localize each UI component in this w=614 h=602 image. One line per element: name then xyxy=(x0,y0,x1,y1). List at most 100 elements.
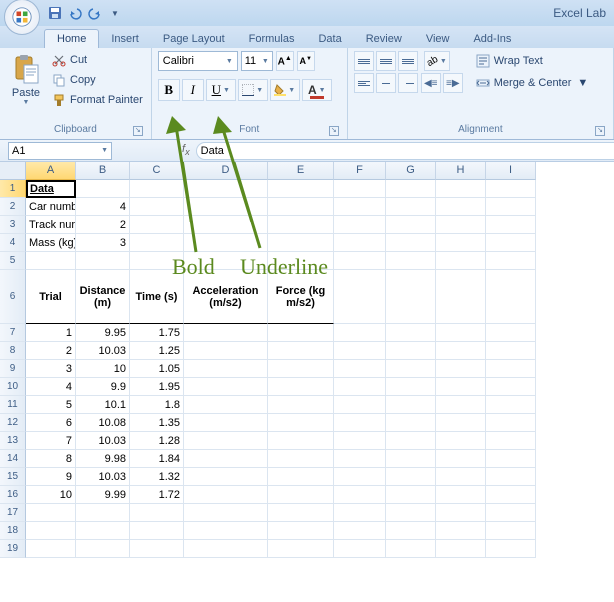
row-header-15[interactable]: 15 xyxy=(0,468,26,486)
cell-A5[interactable] xyxy=(26,252,76,270)
tab-add-ins[interactable]: Add-Ins xyxy=(461,30,523,48)
cell-H4[interactable] xyxy=(436,234,486,252)
row-header-19[interactable]: 19 xyxy=(0,540,26,558)
copy-button[interactable]: Copy xyxy=(50,71,145,89)
align-right-button[interactable] xyxy=(398,73,418,93)
cell-G7[interactable] xyxy=(386,324,436,342)
align-top-button[interactable] xyxy=(354,51,374,71)
cell-C4[interactable] xyxy=(130,234,184,252)
cell-G6[interactable] xyxy=(386,270,436,324)
cell-C17[interactable] xyxy=(130,504,184,522)
cell-E4[interactable] xyxy=(268,234,334,252)
cell-D16[interactable] xyxy=(184,486,268,504)
cell-A1[interactable]: Data xyxy=(26,180,76,198)
row-header-12[interactable]: 12 xyxy=(0,414,26,432)
cell-C8[interactable]: 1.25 xyxy=(130,342,184,360)
italic-button[interactable]: I xyxy=(182,79,204,101)
row-header-3[interactable]: 3 xyxy=(0,216,26,234)
cell-C13[interactable]: 1.28 xyxy=(130,432,184,450)
cell-E2[interactable] xyxy=(268,198,334,216)
cell-B17[interactable] xyxy=(76,504,130,522)
row-header-9[interactable]: 9 xyxy=(0,360,26,378)
save-icon[interactable] xyxy=(46,4,64,22)
align-middle-button[interactable] xyxy=(376,51,396,71)
cell-C2[interactable] xyxy=(130,198,184,216)
cell-I6[interactable] xyxy=(486,270,536,324)
cell-E18[interactable] xyxy=(268,522,334,540)
cell-D11[interactable] xyxy=(184,396,268,414)
cell-A17[interactable] xyxy=(26,504,76,522)
cell-A13[interactable]: 7 xyxy=(26,432,76,450)
cell-A6[interactable]: Trial xyxy=(26,270,76,324)
cell-F11[interactable] xyxy=(334,396,386,414)
cell-G16[interactable] xyxy=(386,486,436,504)
cell-D3[interactable] xyxy=(184,216,268,234)
cell-F13[interactable] xyxy=(334,432,386,450)
cell-D5[interactable] xyxy=(184,252,268,270)
cell-H16[interactable] xyxy=(436,486,486,504)
cell-F3[interactable] xyxy=(334,216,386,234)
cell-D9[interactable] xyxy=(184,360,268,378)
tab-insert[interactable]: Insert xyxy=(99,30,151,48)
cell-B11[interactable]: 10.1 xyxy=(76,396,130,414)
cell-G10[interactable] xyxy=(386,378,436,396)
cell-D8[interactable] xyxy=(184,342,268,360)
row-header-7[interactable]: 7 xyxy=(0,324,26,342)
cell-B19[interactable] xyxy=(76,540,130,558)
cell-F10[interactable] xyxy=(334,378,386,396)
cell-H5[interactable] xyxy=(436,252,486,270)
cell-F2[interactable] xyxy=(334,198,386,216)
column-header-H[interactable]: H xyxy=(436,162,486,180)
cell-H12[interactable] xyxy=(436,414,486,432)
cell-G14[interactable] xyxy=(386,450,436,468)
font-color-button[interactable]: A▼ xyxy=(302,79,332,101)
cell-F15[interactable] xyxy=(334,468,386,486)
cell-D15[interactable] xyxy=(184,468,268,486)
cell-C10[interactable]: 1.95 xyxy=(130,378,184,396)
cell-I9[interactable] xyxy=(486,360,536,378)
row-header-14[interactable]: 14 xyxy=(0,450,26,468)
column-header-C[interactable]: C xyxy=(130,162,184,180)
cell-C15[interactable]: 1.32 xyxy=(130,468,184,486)
cell-B12[interactable]: 10.08 xyxy=(76,414,130,432)
cell-F7[interactable] xyxy=(334,324,386,342)
tab-home[interactable]: Home xyxy=(44,29,99,48)
format-painter-button[interactable]: Format Painter xyxy=(50,91,145,109)
cell-H7[interactable] xyxy=(436,324,486,342)
cell-H11[interactable] xyxy=(436,396,486,414)
cell-C5[interactable] xyxy=(130,252,184,270)
cell-D19[interactable] xyxy=(184,540,268,558)
cell-D14[interactable] xyxy=(184,450,268,468)
cell-E3[interactable] xyxy=(268,216,334,234)
cell-B1[interactable] xyxy=(76,180,130,198)
cell-D4[interactable] xyxy=(184,234,268,252)
cell-E14[interactable] xyxy=(268,450,334,468)
merge-center-button[interactable]: Merge & Center ▼ xyxy=(471,73,594,93)
column-header-B[interactable]: B xyxy=(76,162,130,180)
cell-H9[interactable] xyxy=(436,360,486,378)
tab-formulas[interactable]: Formulas xyxy=(237,30,307,48)
cell-E16[interactable] xyxy=(268,486,334,504)
undo-icon[interactable] xyxy=(66,4,84,22)
cell-A2[interactable]: Car numb xyxy=(26,198,76,216)
cell-G17[interactable] xyxy=(386,504,436,522)
cell-B7[interactable]: 9.95 xyxy=(76,324,130,342)
cell-G3[interactable] xyxy=(386,216,436,234)
font-dialog-launcher[interactable]: ↘ xyxy=(329,126,339,136)
cell-G1[interactable] xyxy=(386,180,436,198)
align-bottom-button[interactable] xyxy=(398,51,418,71)
row-header-6[interactable]: 6 xyxy=(0,270,26,324)
cell-I12[interactable] xyxy=(486,414,536,432)
cell-E6[interactable]: Force (kg m/s2) xyxy=(268,270,334,324)
cell-C14[interactable]: 1.84 xyxy=(130,450,184,468)
fx-icon[interactable]: fx xyxy=(182,143,190,157)
cell-A12[interactable]: 6 xyxy=(26,414,76,432)
align-left-button[interactable] xyxy=(354,73,374,93)
cell-B3[interactable]: 2 xyxy=(76,216,130,234)
cell-E10[interactable] xyxy=(268,378,334,396)
cell-H19[interactable] xyxy=(436,540,486,558)
cell-I3[interactable] xyxy=(486,216,536,234)
tab-view[interactable]: View xyxy=(414,30,462,48)
cell-H18[interactable] xyxy=(436,522,486,540)
cell-I4[interactable] xyxy=(486,234,536,252)
